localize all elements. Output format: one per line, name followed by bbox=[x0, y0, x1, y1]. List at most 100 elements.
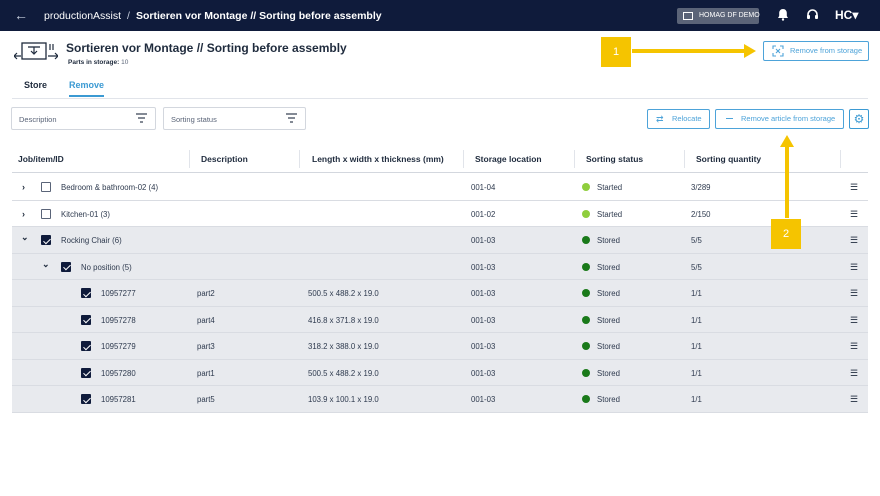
cell-status: Stored bbox=[597, 236, 620, 245]
settings-gear-icon[interactable]: ⚙ bbox=[849, 109, 869, 129]
col-description[interactable]: Description bbox=[201, 154, 248, 164]
table-row[interactable]: 10957279 part3 318.2 x 388.0 x 19.0 001-… bbox=[12, 333, 868, 360]
cell-dimensions: 103.9 x 100.1 x 19.0 bbox=[308, 395, 379, 404]
table-row[interactable]: 10957280 part1 500.5 x 488.2 x 19.0 001-… bbox=[12, 359, 868, 386]
cell-id: No position (5) bbox=[81, 262, 132, 272]
col-job-item-id[interactable]: Job/item/ID bbox=[18, 154, 64, 164]
row-menu-icon[interactable]: ☰ bbox=[850, 209, 858, 220]
row-menu-icon[interactable]: ☰ bbox=[850, 262, 858, 273]
cell-description: part2 bbox=[197, 289, 215, 298]
cell-description: part4 bbox=[197, 315, 215, 325]
cell-quantity: 1/1 bbox=[691, 315, 702, 325]
table-row[interactable]: ⌄ No position (5) 001-03 Stored 5/5 ☰ bbox=[12, 253, 868, 280]
chevron-right-icon[interactable]: › bbox=[22, 182, 25, 192]
bell-icon[interactable] bbox=[777, 8, 789, 21]
chevron-down-icon[interactable]: ⌄ bbox=[21, 232, 29, 243]
table-row[interactable]: 10957277 part2 500.5 x 488.2 x 19.0 001-… bbox=[12, 280, 868, 307]
row-checkbox[interactable] bbox=[81, 288, 91, 298]
cell-quantity: 1/1 bbox=[691, 342, 702, 351]
row-checkbox[interactable] bbox=[81, 394, 91, 404]
description-filter-placeholder: Description bbox=[19, 115, 57, 124]
callout-badge-2: 2 bbox=[771, 219, 801, 249]
table-row[interactable]: › Bedroom & bathroom-02 (4) 001-04 Start… bbox=[12, 174, 868, 201]
status-dot-stored bbox=[582, 315, 590, 324]
sorting-station-icon bbox=[14, 42, 58, 60]
support-headset-icon[interactable] bbox=[806, 8, 819, 21]
row-menu-icon[interactable]: ☰ bbox=[850, 394, 858, 405]
remove-article-label: Remove article from storage bbox=[741, 114, 836, 123]
table-header: Job/item/ID Description Length x width x… bbox=[12, 146, 868, 173]
sorting-status-filter-placeholder: Sorting status bbox=[171, 115, 217, 124]
callout-arrow-2 bbox=[785, 146, 789, 218]
tab-remove[interactable]: Remove bbox=[69, 80, 105, 97]
col-divider bbox=[840, 150, 841, 168]
status-dot-stored bbox=[582, 262, 590, 271]
filter-icon[interactable] bbox=[286, 113, 297, 123]
cell-id: Kitchen-01 (3) bbox=[61, 209, 110, 219]
row-checkbox[interactable] bbox=[41, 182, 51, 192]
parts-in-storage: Parts in storage: 10 bbox=[68, 59, 128, 66]
row-menu-icon[interactable]: ☰ bbox=[850, 288, 858, 299]
breadcrumb-app[interactable]: productionAssist bbox=[44, 10, 121, 22]
top-bar: ← productionAssist / Sortieren vor Montage… bbox=[0, 0, 880, 31]
callout-arrowhead-1 bbox=[744, 44, 756, 58]
cell-status: Stored bbox=[597, 342, 620, 351]
cell-status: Stored bbox=[597, 289, 620, 298]
chevron-right-icon[interactable]: › bbox=[22, 209, 25, 219]
filter-icon[interactable] bbox=[136, 113, 147, 123]
table-row[interactable]: 10957281 part5 103.9 x 100.1 x 19.0 001-… bbox=[12, 386, 868, 413]
cell-quantity: 2/150 bbox=[691, 209, 711, 219]
col-divider bbox=[684, 150, 685, 168]
col-divider bbox=[574, 150, 575, 168]
cell-description: part3 bbox=[197, 342, 215, 351]
remove-from-storage-button[interactable]: Remove from storage bbox=[763, 41, 869, 61]
tab-store[interactable]: Store bbox=[24, 80, 47, 90]
table-row[interactable]: ⌄ Rocking Chair (6) 001-03 Stored 5/5 ☰ bbox=[12, 227, 868, 254]
col-storage-location[interactable]: Storage location bbox=[475, 154, 542, 164]
col-divider bbox=[463, 150, 464, 168]
tenant-selector[interactable]: HOMAG DF DEMO bbox=[677, 8, 760, 24]
cell-status: Stored bbox=[597, 395, 620, 404]
breadcrumb-page: Sortieren vor Montage // Sorting before … bbox=[135, 10, 382, 22]
chevron-down-icon[interactable]: ⌄ bbox=[42, 259, 50, 270]
status-dot-stored bbox=[582, 236, 590, 244]
cell-id: Rocking Chair (6) bbox=[61, 236, 122, 245]
table-row[interactable]: › Kitchen-01 (3) 001-02 Started 2/150 ☰ bbox=[12, 201, 868, 227]
row-menu-icon[interactable]: ☰ bbox=[850, 341, 858, 352]
table-row[interactable]: 10957278 part4 416.8 x 371.8 x 19.0 001-… bbox=[12, 306, 868, 333]
row-checkbox[interactable] bbox=[41, 208, 51, 219]
row-checkbox[interactable] bbox=[41, 235, 51, 245]
back-arrow-icon[interactable]: ← bbox=[14, 7, 28, 23]
breadcrumb: productionAssist / Sortieren vor Montage /… bbox=[44, 10, 382, 22]
cell-description: part5 bbox=[197, 395, 215, 404]
cell-location: 001-03 bbox=[471, 315, 496, 325]
cell-location: 001-03 bbox=[471, 342, 496, 351]
cell-id: 10957280 bbox=[101, 368, 136, 378]
cell-location: 001-03 bbox=[471, 236, 496, 245]
status-dot-started bbox=[582, 209, 590, 218]
row-menu-icon[interactable]: ☰ bbox=[850, 235, 858, 246]
row-checkbox[interactable] bbox=[81, 341, 91, 351]
callout-arrowhead-2 bbox=[780, 135, 794, 147]
row-checkbox[interactable] bbox=[61, 261, 71, 272]
sorting-status-filter[interactable]: Sorting status bbox=[163, 107, 306, 130]
row-menu-icon[interactable]: ☰ bbox=[850, 368, 858, 379]
row-checkbox[interactable] bbox=[81, 367, 91, 378]
row-checkbox[interactable] bbox=[81, 314, 91, 325]
description-filter[interactable]: Description bbox=[11, 107, 156, 130]
col-divider bbox=[189, 150, 190, 168]
col-dimensions[interactable]: Length x width x thickness (mm) bbox=[312, 154, 444, 164]
cell-status: Stored bbox=[597, 368, 620, 378]
remove-article-from-storage-button[interactable]: Remove article from storage bbox=[715, 109, 844, 129]
row-menu-icon[interactable]: ☰ bbox=[850, 315, 858, 326]
col-sorting-quantity[interactable]: Sorting quantity bbox=[696, 154, 761, 164]
relocate-button[interactable]: ⇄ Relocate bbox=[647, 109, 710, 129]
status-dot-stored bbox=[582, 395, 590, 403]
row-menu-icon[interactable]: ☰ bbox=[850, 182, 858, 193]
user-menu-logo[interactable]: HC▾ bbox=[835, 8, 858, 22]
col-divider bbox=[299, 150, 300, 168]
cell-id: Bedroom & bathroom-02 (4) bbox=[61, 183, 159, 192]
callout-arrow-1 bbox=[632, 49, 746, 53]
cell-status: Stored bbox=[597, 262, 620, 272]
col-sorting-status[interactable]: Sorting status bbox=[586, 154, 643, 164]
